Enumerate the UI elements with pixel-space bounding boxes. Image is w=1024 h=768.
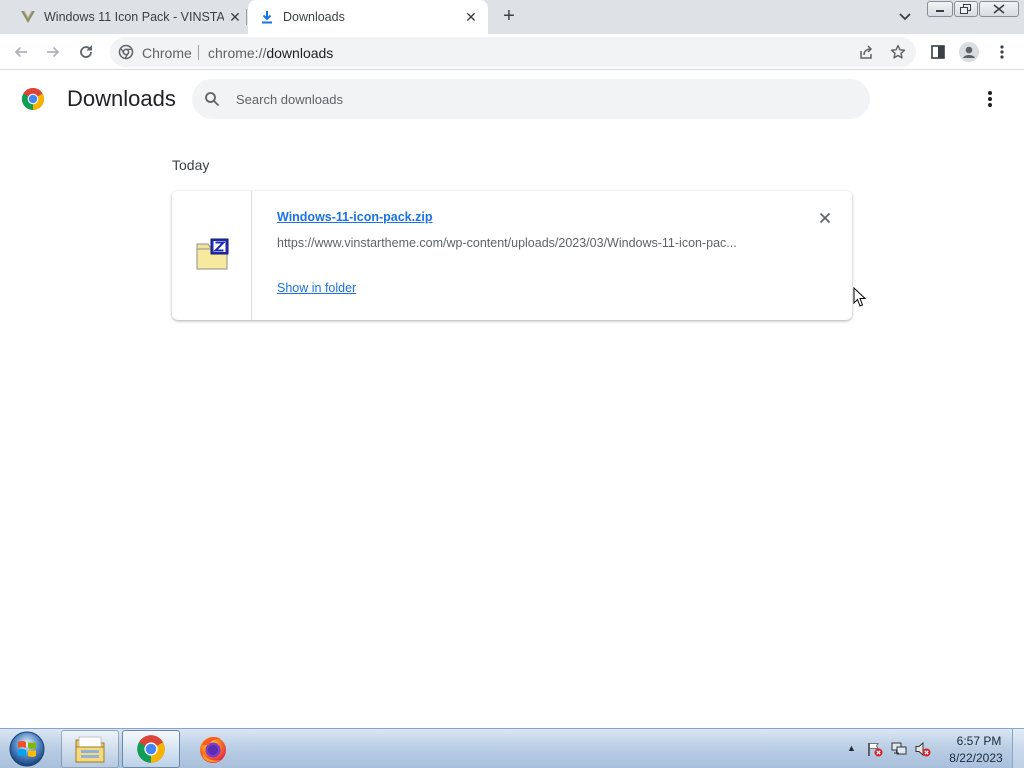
mouse-pointer-icon [853, 287, 867, 307]
arrow-left-icon [14, 46, 27, 58]
more-vert-icon[interactable] [980, 89, 1000, 109]
minimize-icon [936, 10, 944, 12]
new-tab-button[interactable]: + [499, 6, 519, 27]
restore-button[interactable] [954, 1, 978, 17]
profile-button[interactable] [959, 42, 979, 62]
tab-downloads[interactable]: Downloads ✕ [248, 0, 488, 34]
file-icon-column [172, 191, 252, 320]
url-text: chrome://downloads [208, 45, 333, 61]
site-label: Chrome [142, 45, 192, 61]
tab-title: Downloads [283, 10, 345, 24]
search-input[interactable] [236, 89, 836, 109]
chrome-logo-icon [21, 87, 45, 110]
tab-title: Windows 11 Icon Pack - VINSTAR [44, 10, 224, 24]
chrome-menu-button[interactable] [992, 42, 1012, 62]
forward-button[interactable] [43, 42, 63, 62]
window-controls [927, 1, 1019, 17]
close-window-button[interactable] [979, 1, 1019, 17]
downloads-header: Downloads [0, 71, 1024, 127]
action-center-flag-icon[interactable] [867, 741, 883, 757]
minimize-button[interactable] [927, 1, 953, 17]
chrome-site-icon [118, 44, 134, 60]
download-item-card: Windows-11-icon-pack.zip https://www.vin… [172, 191, 852, 320]
close-tab-icon[interactable]: ✕ [463, 9, 479, 25]
taskbar-chrome-button[interactable] [122, 730, 180, 768]
clock-date[interactable]: 8/22/2023 [945, 751, 1007, 765]
download-icon [262, 11, 272, 24]
url-scheme: chrome:// [208, 45, 267, 61]
reload-button[interactable] [76, 42, 96, 62]
search-icon [205, 92, 220, 107]
url-host: downloads [266, 45, 334, 61]
address-bar[interactable]: Chrome chrome://downloads [110, 37, 916, 67]
side-panel-icon [931, 45, 945, 59]
source-url[interactable]: https://www.vinstartheme.com/wp-content/… [277, 236, 777, 250]
search-box[interactable] [192, 79, 870, 119]
windows-start-orb-icon [9, 731, 45, 767]
more-vert-icon [1000, 45, 1004, 59]
reload-icon [80, 45, 92, 58]
bookmark-star-icon[interactable] [890, 44, 906, 60]
remove-item-close-icon[interactable] [817, 210, 833, 226]
firefox-icon [200, 737, 226, 763]
screen: Windows 11 Icon Pack - VINSTAR ✕ Downloa… [0, 0, 1024, 768]
taskbar-firefox-button[interactable] [184, 730, 242, 768]
omnibox-divider [198, 45, 199, 60]
clock-time[interactable]: 6:57 PM [953, 734, 1005, 748]
tab-vinstar[interactable]: Windows 11 Icon Pack - VINSTAR ✕ [8, 0, 248, 34]
start-button[interactable] [7, 731, 47, 767]
tab-search-chevron-icon[interactable] [896, 9, 914, 25]
show-desktop-button[interactable] [1012, 729, 1024, 768]
page-title: Downloads [67, 86, 176, 111]
restore-icon [960, 3, 971, 14]
arrow-right-icon [47, 46, 60, 58]
volume-muted-icon[interactable] [915, 741, 931, 757]
taskbar-explorer-button[interactable] [61, 730, 119, 768]
tab-strip: Windows 11 Icon Pack - VINSTAR ✕ Downloa… [0, 0, 1024, 34]
windows-taskbar: ▲ 6:57 PM 8/22/2023 [0, 728, 1024, 768]
network-icon[interactable] [891, 741, 907, 757]
back-button[interactable] [11, 42, 31, 62]
show-in-folder-link[interactable]: Show in folder [277, 281, 356, 295]
windows-explorer-icon [75, 736, 105, 763]
profile-avatar-icon [959, 42, 979, 62]
share-icon[interactable] [858, 45, 874, 60]
show-hidden-icons-icon[interactable]: ▲ [847, 743, 856, 753]
side-panel-button[interactable] [928, 42, 948, 62]
file-name-link[interactable]: Windows-11-icon-pack.zip [277, 210, 432, 224]
system-tray: ▲ 6:57 PM 8/22/2023 [843, 729, 1024, 768]
zip-file-icon [196, 238, 229, 270]
browser-toolbar: Chrome chrome://downloads [0, 34, 1024, 70]
close-tab-icon[interactable]: ✕ [227, 9, 243, 25]
date-section-heading: Today [172, 157, 210, 173]
vinstar-favicon-icon [21, 10, 35, 23]
tab-separator [246, 9, 247, 25]
chrome-icon [137, 735, 165, 763]
close-icon [993, 4, 1005, 14]
